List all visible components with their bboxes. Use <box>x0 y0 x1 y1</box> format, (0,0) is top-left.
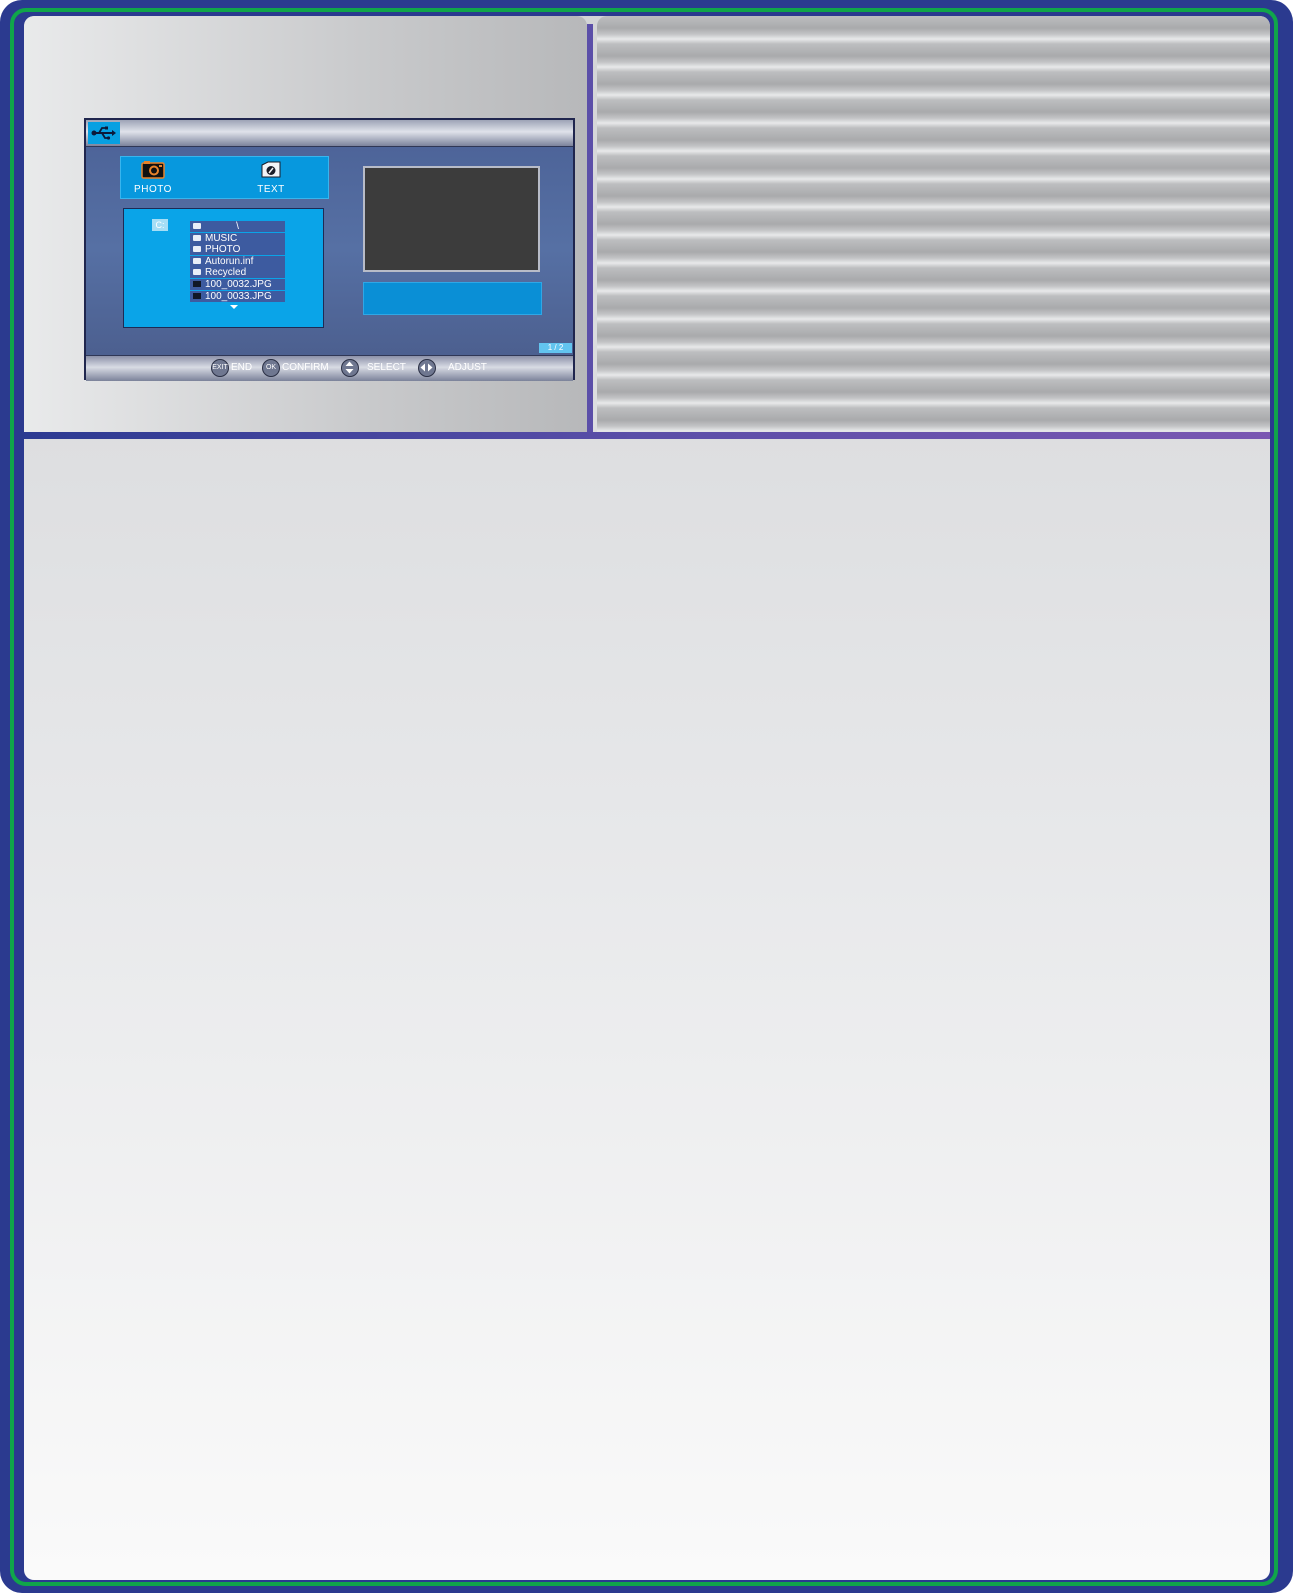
tab-photo[interactable]: PHOTO <box>113 160 193 195</box>
text-file-icon <box>261 161 281 178</box>
hint-adjust-label: ADJUST <box>448 362 487 373</box>
file-name: \ <box>236 221 239 232</box>
key-hint-bar: EXIT END OK CONFIRM SELECT ADJUST <box>86 355 573 381</box>
folder-icon <box>193 246 201 253</box>
list-item[interactable]: Autorun.inf <box>190 255 285 267</box>
media-type-tabs: PHOTO TEXT <box>120 156 329 199</box>
hint-adjust: ADJUST <box>418 359 487 377</box>
hint-select-label: SELECT <box>367 362 406 373</box>
hint-ok-label: CONFIRM <box>282 362 329 373</box>
file-name: 100_0032.JPG <box>205 278 272 290</box>
horizontal-divider <box>24 432 1270 439</box>
file-name: MUSIC <box>205 232 238 244</box>
list-item[interactable]: PHOTO <box>190 244 285 256</box>
file-name: Autorun.inf <box>205 255 254 267</box>
striped-panel <box>597 16 1270 433</box>
hint-select: SELECT <box>341 359 406 377</box>
osd-panel: PHOTO TEXT C: \ MUSIC PHOTO Autorun.inf … <box>24 16 587 433</box>
file-browser: C: \ MUSIC PHOTO Autorun.inf Recycled 10… <box>123 208 324 328</box>
folder-icon <box>193 269 201 276</box>
file-name: Recycled <box>205 267 247 279</box>
tab-text-label: TEXT <box>257 184 285 195</box>
scroll-down-arrow-icon[interactable] <box>230 305 238 309</box>
usb-media-window: PHOTO TEXT C: \ MUSIC PHOTO Autorun.inf … <box>84 118 575 381</box>
page-indicator: 1 / 2 <box>539 343 572 353</box>
drive-label[interactable]: C: <box>152 219 168 231</box>
folder-icon <box>193 234 201 241</box>
title-bar <box>86 120 573 147</box>
hint-ok: OK CONFIRM <box>262 359 329 377</box>
preview-pane <box>363 166 540 272</box>
list-item[interactable]: MUSIC <box>190 232 285 244</box>
vertical-divider <box>587 24 593 433</box>
camera-icon <box>141 161 165 179</box>
list-item[interactable]: Recycled <box>190 267 285 279</box>
folder-icon <box>193 223 201 229</box>
list-item[interactable]: 100_0032.JPG <box>190 278 285 290</box>
file-name: 100_0033.JPG <box>205 290 272 302</box>
hint-exit-label: END <box>231 362 253 373</box>
folder-icon <box>193 257 201 264</box>
image-file-icon <box>193 292 201 299</box>
file-list: \ MUSIC PHOTO Autorun.inf Recycled 100_0… <box>190 221 285 302</box>
usb-icon <box>88 122 120 144</box>
list-item[interactable]: 100_0033.JPG <box>190 290 285 302</box>
file-info-bar <box>363 282 542 315</box>
image-file-icon <box>193 280 201 287</box>
left-right-arrows-icon <box>418 359 436 377</box>
hint-exit: EXIT END <box>211 359 252 377</box>
file-name: PHOTO <box>205 244 241 256</box>
content-area: PHOTO TEXT C: \ MUSIC PHOTO Autorun.inf … <box>24 16 1270 1580</box>
exit-key-icon: EXIT <box>211 359 229 377</box>
tab-photo-label: PHOTO <box>134 184 172 195</box>
list-item[interactable]: \ <box>190 221 285 232</box>
up-down-arrows-icon <box>341 359 359 377</box>
ok-key-icon: OK <box>262 359 280 377</box>
tab-text[interactable]: TEXT <box>231 160 311 195</box>
